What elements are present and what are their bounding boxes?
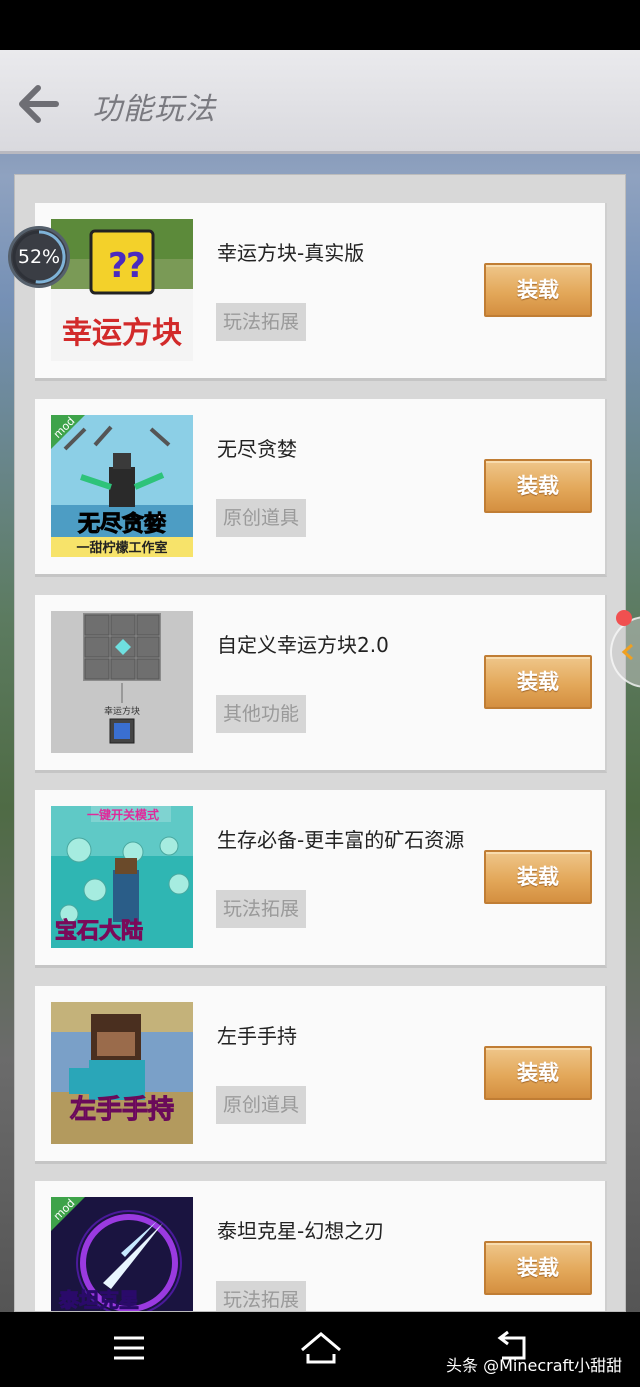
mod-title: 左手手持: [217, 1024, 297, 1048]
thumbnail-subcaption: 一甜柠檬工作室: [76, 540, 167, 556]
chevron-left-icon: [621, 643, 633, 661]
category-tag: 原创道具: [216, 1086, 307, 1124]
mod-thumbnail: mod 无尽贪婪 一甜柠檬工作室: [51, 415, 193, 557]
load-button[interactable]: 装载: [484, 263, 592, 317]
mod-title: 自定义幸运方块2.0: [217, 633, 389, 657]
app-header: 功能玩法: [0, 50, 640, 154]
svg-text:?: ?: [126, 246, 146, 286]
thumbnail-caption: 幸运方块: [62, 316, 182, 351]
thumbnail-caption: 幸运方块: [104, 705, 140, 717]
notification-dot: [616, 610, 632, 626]
load-button[interactable]: 装载: [484, 1046, 592, 1100]
list-item: mod 泰坦克星 泰坦克星-幻想之刃 玩法拓展 装载: [35, 1181, 607, 1312]
status-bar: [0, 0, 640, 50]
mod-title: 无尽贪婪: [217, 437, 297, 461]
thumbnail-caption: 无尽贪婪: [78, 511, 166, 537]
list-item: 幸运方块 自定义幸运方块2.0 其他功能 装载: [35, 595, 607, 773]
list-item: 一键开关模式 宝石大陆 生存必备-更丰富的矿石资源 玩法拓展 装载: [35, 790, 607, 968]
category-tag: 玩法拓展: [216, 1281, 307, 1311]
category-tag: 玩法拓展: [216, 303, 307, 341]
mod-thumbnail: 左手手持: [51, 1002, 193, 1144]
thumbnail-subcaption: 一键开关模式: [87, 807, 159, 822]
category-tag: 其他功能: [216, 695, 307, 733]
mod-thumbnail: 一键开关模式 宝石大陆: [51, 806, 193, 948]
list-item: mod 无尽贪婪 一甜柠檬工作室 无尽贪婪 原创道具 装载: [35, 399, 607, 577]
mod-list-panel[interactable]: ? ? 幸运方块 幸运方块-真实版 玩法拓展 装载 mod 无尽贪婪 一甜柠檬工…: [14, 174, 626, 1312]
load-button[interactable]: 装载: [484, 850, 592, 904]
list-item: ? ? 幸运方块 幸运方块-真实版 玩法拓展 装载: [35, 203, 607, 381]
mod-thumbnail: mod 泰坦克星: [51, 1197, 193, 1312]
load-button[interactable]: 装载: [484, 459, 592, 513]
list-item: 左手手持 左手手持 原创道具 装载: [35, 986, 607, 1164]
category-tag: 玩法拓展: [216, 890, 307, 928]
thumbnail-caption: 泰坦克星: [58, 1288, 139, 1312]
svg-text:?: ?: [108, 246, 128, 286]
mod-title: 幸运方块-真实版: [217, 241, 365, 265]
back-arrow-icon[interactable]: [16, 84, 60, 124]
home-icon[interactable]: [296, 1328, 346, 1368]
mod-thumbnail: 幸运方块: [51, 611, 193, 753]
load-button[interactable]: 装载: [484, 1241, 592, 1295]
menu-icon[interactable]: [104, 1328, 154, 1368]
mod-title: 泰坦克星-幻想之刃: [217, 1219, 385, 1243]
mod-title: 生存必备-更丰富的矿石资源: [217, 828, 465, 852]
thumbnail-caption: 宝石大陆: [55, 918, 143, 944]
load-button[interactable]: 装载: [484, 655, 592, 709]
page-title: 功能玩法: [92, 92, 216, 127]
mod-thumbnail: ? ? 幸运方块: [51, 219, 193, 361]
progress-label: 52%: [17, 246, 61, 268]
category-tag: 原创道具: [216, 499, 307, 537]
thumbnail-caption: 左手手持: [70, 1095, 174, 1125]
watermark: 头条 @Minecraft小甜甜: [446, 1356, 623, 1375]
